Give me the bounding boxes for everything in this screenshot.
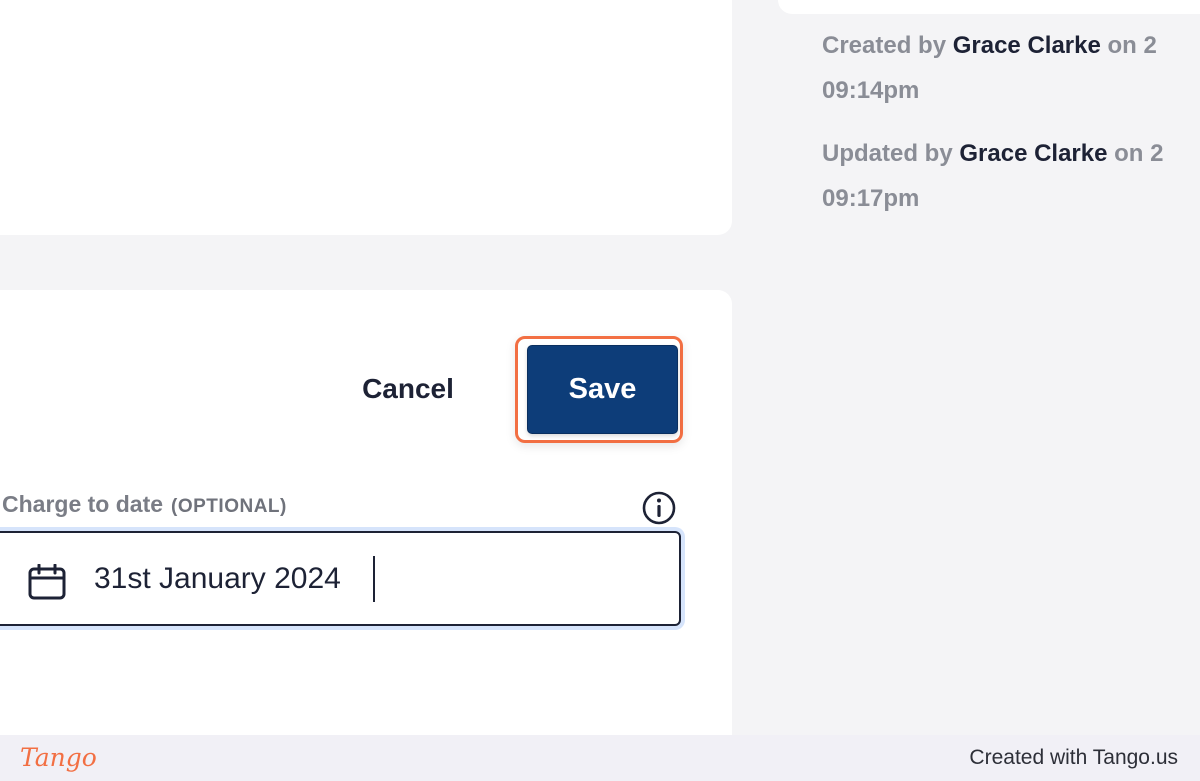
updated-by-info: Updated by Grace Clarke on 2 09:17pm bbox=[822, 131, 1200, 221]
charge-to-date-label: Charge to date (OPTIONAL) bbox=[2, 491, 287, 518]
updated-by-user: Grace Clarke bbox=[959, 140, 1108, 167]
charge-to-date-label-text: Charge to date bbox=[2, 491, 164, 517]
created-time: 09:14pm bbox=[822, 77, 920, 104]
cancel-button[interactable]: Cancel bbox=[340, 360, 476, 418]
updated-by-on: on 2 bbox=[1114, 140, 1164, 167]
charge-to-date-field[interactable] bbox=[0, 531, 681, 626]
created-by-info: Created by Grace Clarke on 2 09:14pm bbox=[822, 23, 1200, 113]
footer: Tango Created with Tango.us bbox=[0, 735, 1200, 781]
details-card bbox=[0, 0, 732, 235]
optional-tag: (OPTIONAL) bbox=[171, 496, 287, 517]
tango-logo: Tango bbox=[20, 743, 97, 772]
created-by-on: on 2 bbox=[1107, 32, 1157, 59]
updated-time: 09:17pm bbox=[822, 185, 920, 212]
text-caret bbox=[373, 556, 375, 602]
sidebar-card bbox=[778, 0, 1200, 14]
calendar-icon bbox=[28, 564, 66, 600]
footer-credit: Created with Tango.us bbox=[969, 746, 1178, 769]
info-circle-icon[interactable] bbox=[641, 490, 677, 526]
created-by-user: Grace Clarke bbox=[952, 32, 1101, 59]
created-by-prefix: Created by bbox=[822, 32, 947, 59]
save-button[interactable]: Save bbox=[527, 345, 678, 434]
updated-by-prefix: Updated by bbox=[822, 140, 953, 167]
